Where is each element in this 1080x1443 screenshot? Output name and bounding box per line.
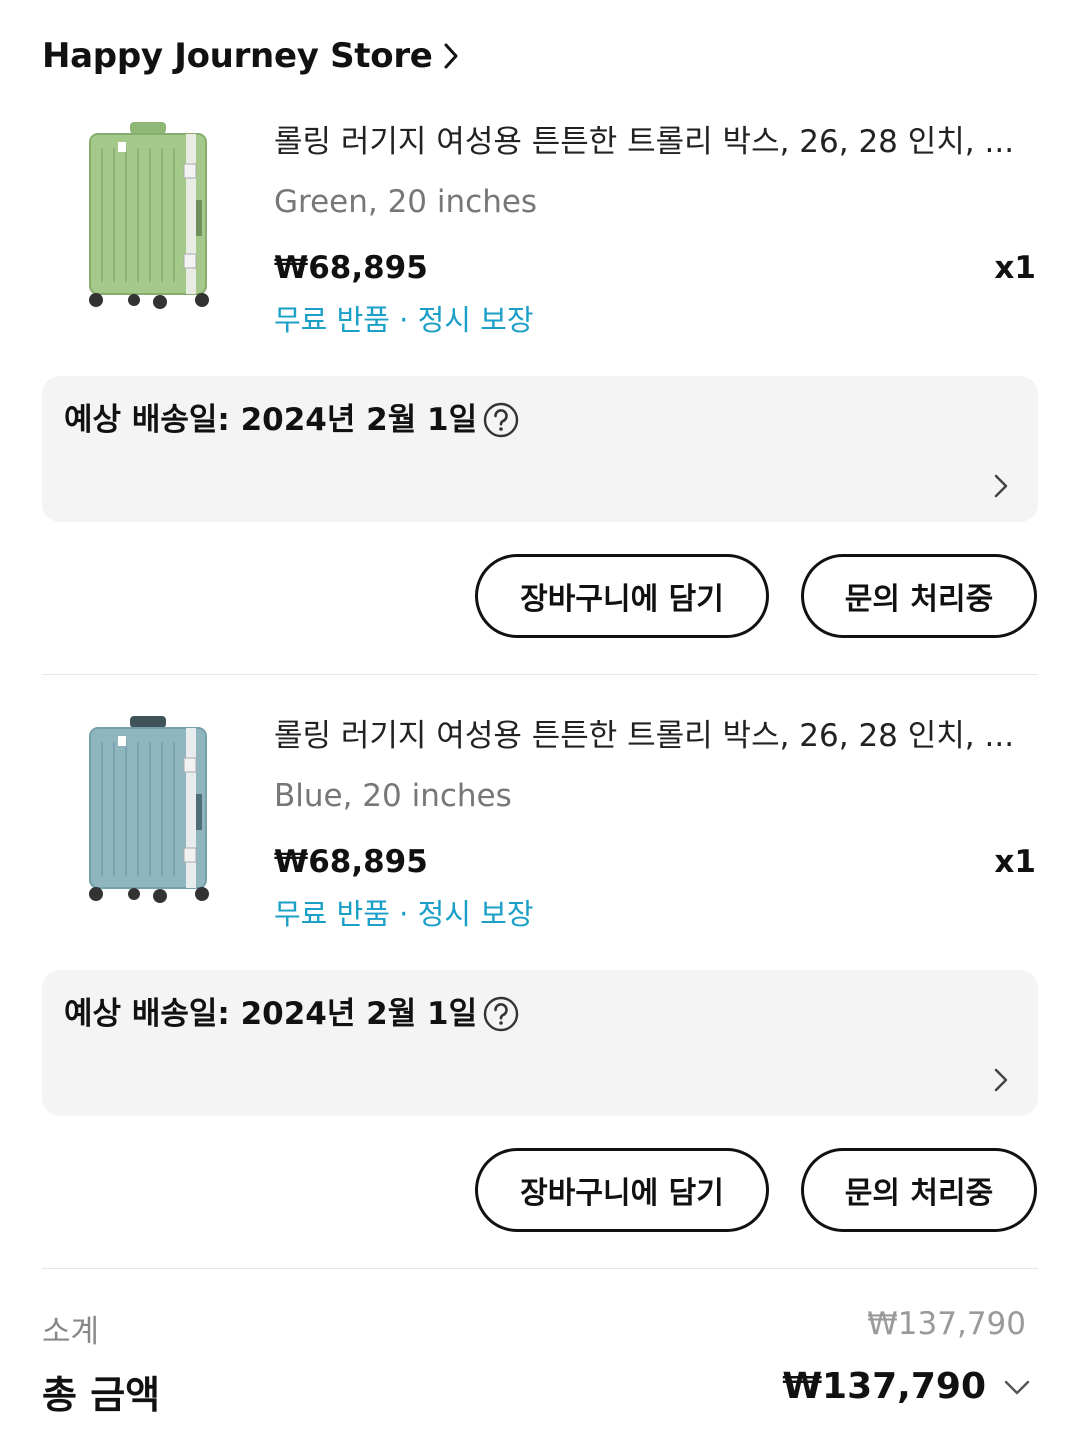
product-price: ₩68,895 <box>274 250 428 286</box>
divider <box>42 674 1038 675</box>
suitcase-image <box>89 716 209 903</box>
inquiry-status-button[interactable]: 문의 처리중 <box>801 554 1037 638</box>
question-circle-icon[interactable] <box>483 402 519 438</box>
product-title[interactable]: 롤링 러기지 여성용 튼튼한 트롤리 박스, 26, 28 인치, ... <box>274 118 1024 166</box>
chevron-down-icon <box>1002 1377 1032 1397</box>
add-to-cart-button[interactable]: 장바구니에 담기 <box>475 1148 769 1232</box>
order-item: 롤링 러기지 여성용 튼튼한 트롤리 박스, 26, 28 인치, ... Bl… <box>0 708 1080 1268</box>
delivery-info-panel[interactable]: 예상 배송일: 2024년 2월 1일 <box>42 970 1038 1116</box>
product-price: ₩68,895 <box>274 844 428 880</box>
chevron-right-icon <box>443 41 463 71</box>
delivery-date: 예상 배송일: 2024년 2월 1일 <box>64 402 478 438</box>
product-variant: Green, 20 inches <box>274 184 538 220</box>
chevron-right-icon <box>992 1066 1010 1094</box>
total-amount-toggle[interactable]: ₩137,790 <box>782 1366 1032 1407</box>
subtotal-value: ₩137,790 <box>867 1306 1026 1342</box>
product-image-green-suitcase[interactable] <box>62 114 242 314</box>
benefits-label: 무료 반품 · 정시 보장 <box>274 303 534 337</box>
product-variant: Blue, 20 inches <box>274 778 512 814</box>
delivery-info-panel[interactable]: 예상 배송일: 2024년 2월 1일 <box>42 376 1038 522</box>
divider <box>42 1268 1038 1269</box>
store-name: Happy Journey Store <box>42 36 433 76</box>
chevron-right-icon <box>992 472 1010 500</box>
suitcase-image <box>89 122 209 309</box>
inquiry-status-button[interactable]: 문의 처리중 <box>801 1148 1037 1232</box>
product-image-blue-suitcase[interactable] <box>62 708 242 908</box>
order-item: 롤링 러기지 여성용 튼튼한 트롤리 박스, 26, 28 인치, ... Gr… <box>0 114 1080 674</box>
add-to-cart-button[interactable]: 장바구니에 담기 <box>475 554 769 638</box>
product-quantity: x1 <box>994 844 1036 880</box>
delivery-date: 예상 배송일: 2024년 2월 1일 <box>64 996 478 1032</box>
subtotal-label: 소계 <box>42 1314 100 1350</box>
store-header-link[interactable]: Happy Journey Store <box>42 30 463 82</box>
total-value: ₩137,790 <box>782 1366 986 1407</box>
question-circle-icon[interactable] <box>483 996 519 1032</box>
product-title[interactable]: 롤링 러기지 여성용 튼튼한 트롤리 박스, 26, 28 인치, ... <box>274 712 1024 760</box>
product-quantity: x1 <box>994 250 1036 286</box>
total-label: 총 금액 <box>42 1373 161 1417</box>
benefits-label: 무료 반품 · 정시 보장 <box>274 897 534 931</box>
